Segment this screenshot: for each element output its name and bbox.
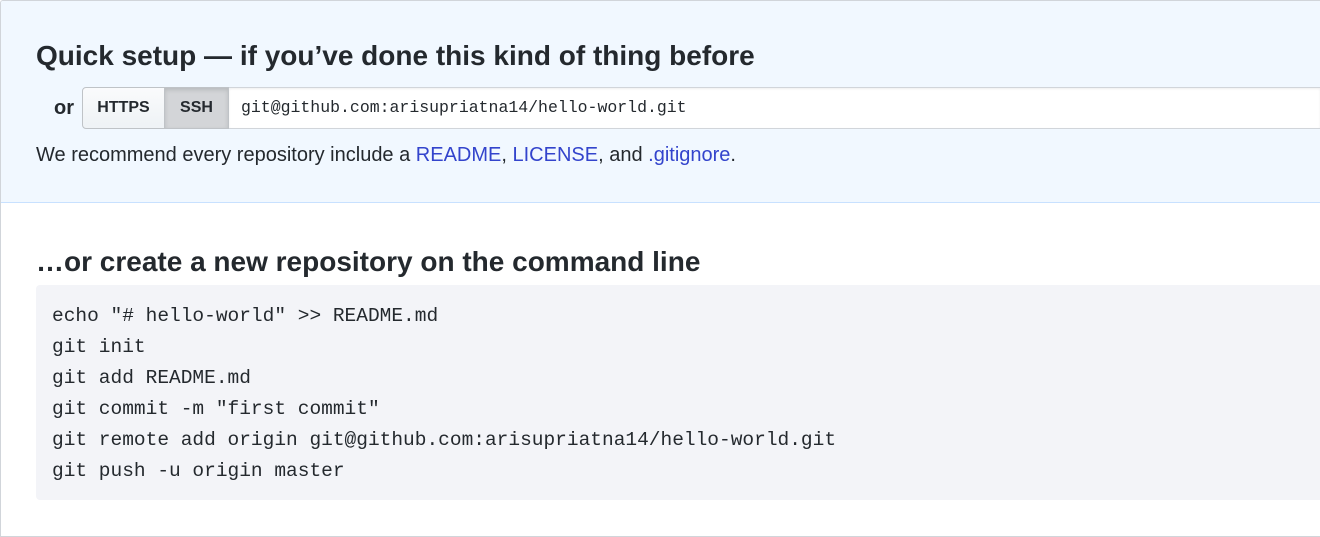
- code-line: git commit -m "first commit": [52, 398, 380, 420]
- command-line-section: …or create a new repository on the comma…: [1, 204, 1320, 536]
- clone-url-row: or HTTPS SSH git@github.com:arisupriatna…: [54, 87, 1320, 129]
- code-line: git add README.md: [52, 367, 251, 389]
- https-button[interactable]: HTTPS: [82, 87, 165, 129]
- license-link[interactable]: LICENSE: [513, 144, 599, 166]
- code-line: git push -u origin master: [52, 460, 345, 482]
- command-code-block[interactable]: echo "# hello-world" >> README.md git in…: [36, 285, 1320, 500]
- command-line-title: …or create a new repository on the comma…: [36, 246, 701, 277]
- recommend-separator: , and: [598, 144, 649, 166]
- repo-setup-panel: Quick setup — if you’ve done this kind o…: [0, 0, 1320, 537]
- code-line: git init: [52, 336, 146, 358]
- recommend-separator: ,: [501, 144, 513, 166]
- code-line: git remote add origin git@github.com:ari…: [52, 429, 837, 451]
- ssh-button[interactable]: SSH: [165, 87, 229, 129]
- recommend-suffix: .: [730, 144, 736, 166]
- recommend-text: We recommend every repository include a …: [36, 142, 736, 168]
- or-label: or: [54, 97, 74, 119]
- recommend-prefix: We recommend every repository include a: [36, 144, 416, 166]
- code-line: echo "# hello-world" >> README.md: [52, 305, 439, 327]
- quick-setup-section: Quick setup — if you’ve done this kind o…: [1, 1, 1320, 203]
- protocol-button-group: HTTPS SSH: [82, 87, 229, 129]
- gitignore-link[interactable]: .gitignore: [648, 144, 730, 166]
- clone-url-input[interactable]: git@github.com:arisupriatna14/hello-worl…: [229, 87, 1320, 129]
- quick-setup-title: Quick setup — if you’ve done this kind o…: [36, 40, 755, 71]
- readme-link[interactable]: README: [416, 144, 502, 166]
